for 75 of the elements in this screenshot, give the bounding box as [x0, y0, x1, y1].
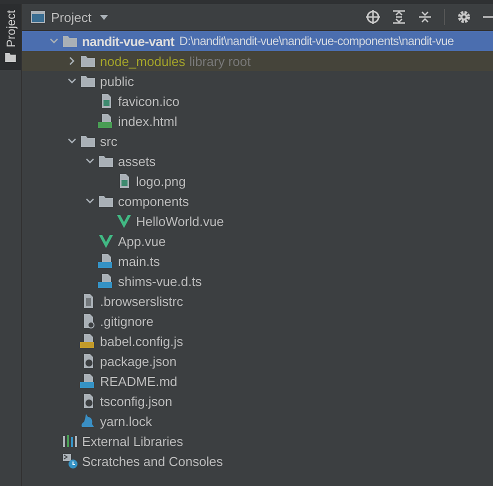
item-label: public — [100, 74, 134, 88]
path-text: D:\nandit\nandit-vue\nandit-vue-components\nandit-vue — [179, 34, 454, 48]
tree-item[interactable]: main.ts — [22, 251, 493, 271]
tree-item[interactable]: Scratches and Consoles — [22, 451, 493, 471]
libraries-icon — [62, 433, 78, 449]
tree-item[interactable]: .gitignore — [22, 311, 493, 331]
locate-icon[interactable] — [366, 10, 380, 24]
item-label: nandit-vue-vant — [82, 34, 174, 48]
folder-icon — [80, 133, 96, 149]
item-label: .gitignore — [100, 314, 154, 328]
note-text: library root — [189, 54, 251, 68]
item-label: components — [118, 194, 189, 208]
item-label: favicon.ico — [118, 94, 180, 108]
tree-item[interactable]: index.html — [22, 111, 493, 131]
chevron-right-icon[interactable] — [67, 56, 77, 66]
view-dropdown[interactable]: Project — [31, 10, 108, 24]
folder-icon — [5, 53, 16, 62]
chevron-down-icon[interactable] — [67, 76, 77, 86]
item-label: HelloWorld.vue — [136, 214, 224, 228]
item-label: main.ts — [118, 254, 160, 268]
item-label: babel.config.js — [100, 334, 184, 348]
item-label: App.vue — [118, 234, 166, 248]
collapse-all-icon[interactable] — [418, 10, 432, 24]
folder-icon — [62, 33, 78, 49]
tree-item[interactable]: External Libraries — [22, 431, 493, 451]
item-label: assets — [118, 154, 156, 168]
expand-all-icon[interactable] — [392, 10, 406, 24]
folder-icon — [98, 193, 114, 209]
item-label: README.md — [100, 374, 178, 388]
tree-item[interactable]: HelloWorld.vue — [22, 211, 493, 231]
item-label: .browserslistrc — [100, 294, 184, 308]
project-tab[interactable]: Project — [0, 4, 21, 70]
tree-item[interactable]: .browserslistrc — [22, 291, 493, 311]
html-file-icon — [98, 113, 114, 129]
item-label: node_modules — [100, 54, 186, 68]
tree-item[interactable]: babel.config.js — [22, 331, 493, 351]
vue-icon — [98, 233, 114, 249]
tree-item[interactable]: yarn.lock — [22, 411, 493, 431]
scratches-icon — [62, 453, 78, 469]
item-label: package.json — [100, 354, 177, 368]
item-label: External Libraries — [82, 434, 184, 448]
folder-icon — [80, 53, 96, 69]
item-label: src — [100, 134, 118, 148]
tree-item[interactable]: components — [22, 191, 493, 211]
tree-item[interactable]: public — [22, 71, 493, 91]
typescript-file-icon — [98, 253, 114, 269]
tree-item[interactable]: src — [22, 131, 493, 151]
tree-item[interactable]: App.vue — [22, 231, 493, 251]
item-label: index.html — [118, 114, 178, 128]
settings-icon[interactable] — [457, 10, 471, 24]
tree-item[interactable]: README.md — [22, 371, 493, 391]
window-icon — [31, 10, 45, 24]
markdown-file-icon — [80, 373, 96, 389]
vue-icon — [116, 213, 132, 229]
item-label: shims-vue.d.ts — [118, 274, 202, 288]
tree-item[interactable]: package.json — [22, 351, 493, 371]
item-label: logo.png — [136, 174, 186, 188]
item-label: yarn.lock — [100, 414, 152, 428]
tree-item[interactable]: tsconfig.json — [22, 391, 493, 411]
tree-item[interactable]: nandit-vue-vant D:\nandit\nandit-vue\nandit-vue-components\nandit-vue — [22, 31, 493, 51]
tree-item[interactable]: assets — [22, 151, 493, 171]
tree-item[interactable]: favicon.ico — [22, 91, 493, 111]
caret-icon — [100, 14, 108, 20]
chevron-down-icon[interactable] — [85, 196, 95, 206]
tree-item[interactable]: node_modules library root — [22, 51, 493, 71]
item-label: tsconfig.json — [100, 394, 172, 408]
tree-item[interactable]: logo.png — [22, 171, 493, 191]
cat-icon — [80, 413, 96, 429]
tree-item[interactable]: shims-vue.d.ts — [22, 271, 493, 291]
tab-label: Project — [4, 10, 18, 48]
javascript-file-icon — [80, 333, 96, 349]
typescript-file-icon — [98, 273, 114, 289]
folder-icon — [80, 73, 96, 89]
folder-icon — [98, 153, 114, 169]
item-label: Scratches and Consoles — [82, 454, 223, 468]
